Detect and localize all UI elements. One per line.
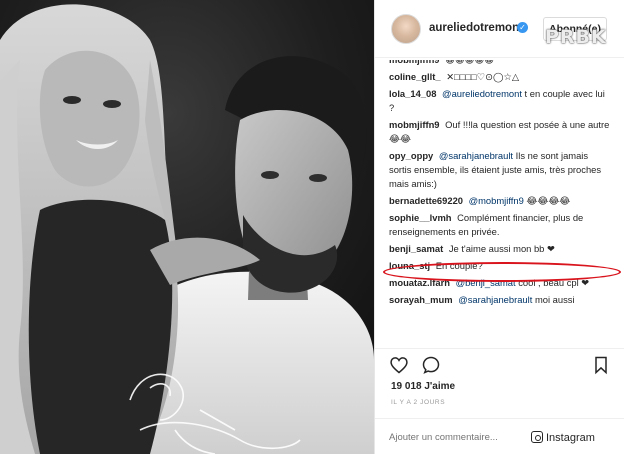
likes-count[interactable]: 19 018 J'aime xyxy=(391,381,455,392)
post-header: aureliedotremont ✓ Abonné(e) PRBK xyxy=(375,0,624,58)
heart-icon[interactable] xyxy=(389,355,409,375)
comment-text: Je t'aime aussi mon bb ❤ xyxy=(448,243,555,254)
comment-mention[interactable]: @sarahjanebrault xyxy=(439,150,513,161)
comment-username[interactable]: bernadette69220 xyxy=(389,195,463,206)
comment-text: 😂😂😂😂 xyxy=(523,195,571,206)
comment-text: ✕□□□□♡⊙◯☆△ xyxy=(446,71,520,82)
comment-item: bernadette69220 @mobmjiffn9 😂😂😂😂 xyxy=(389,194,611,208)
comment-username[interactable]: coline_gllt_ xyxy=(389,71,441,82)
add-comment-bar: Instagram xyxy=(375,418,624,454)
instagram-credit-text: Instagram xyxy=(546,432,595,444)
comment-text: moi aussi xyxy=(532,294,575,305)
post-photo xyxy=(0,0,374,454)
post-username[interactable]: aureliedotremont xyxy=(429,22,523,34)
instagram-credit: Instagram xyxy=(531,431,595,444)
comment-username[interactable]: sorayah_mum xyxy=(389,294,453,305)
post-actions: 19 018 J'aime IL Y A 2 JOURS xyxy=(375,348,624,408)
comment-mention[interactable]: @sarahjanebrault xyxy=(458,294,532,305)
comment-text: 😀😀😀😀😀 xyxy=(445,60,494,65)
comment-item: mobmjiffn9 😀😀😀😀😀 xyxy=(389,60,611,67)
photo-image xyxy=(0,0,374,454)
comment-username[interactable]: lola_14_08 xyxy=(389,88,436,99)
post-timestamp: IL Y A 2 JOURS xyxy=(391,399,446,406)
comment-mention[interactable]: @aureliedotremont xyxy=(442,88,522,99)
comment-item: coline_gllt_ ✕□□□□♡⊙◯☆△ xyxy=(389,70,611,84)
comment-item-highlighted: benji_samat Je t'aime aussi mon bb ❤ xyxy=(389,242,611,256)
verified-badge-icon: ✓ xyxy=(517,22,528,33)
add-comment-input[interactable] xyxy=(389,429,529,445)
highlight-circle xyxy=(383,262,621,282)
bookmark-icon[interactable] xyxy=(591,355,611,375)
comment-item: sorayah_mum @sarahjanebrault moi aussi xyxy=(389,293,611,307)
comment-username[interactable]: sophie__lvmh xyxy=(389,212,452,223)
avatar[interactable] xyxy=(391,14,421,44)
watermark-logo: PRBK xyxy=(545,26,607,48)
comment-item: lola_14_08 @aureliedotremont t en couple… xyxy=(389,87,611,115)
comment-username[interactable]: mobmjiffn9 xyxy=(389,119,440,130)
comment-item: sophie__lvmh Complément financier, plus … xyxy=(389,211,611,239)
comment-mention[interactable]: @mobmjiffn9 xyxy=(469,195,524,206)
comment-icon[interactable] xyxy=(421,355,441,375)
comment-username[interactable]: opy_oppy xyxy=(389,150,433,161)
comment-item: mobmjiffn9 Ouf !!!la question est posée … xyxy=(389,118,611,146)
instagram-icon xyxy=(531,431,543,443)
comment-list[interactable]: mobmjiffn9 😀😀😀😀😀 coline_gllt_ ✕□□□□♡⊙◯☆△… xyxy=(389,60,611,346)
comment-username[interactable]: benji_samat xyxy=(389,243,443,254)
post-side-panel: aureliedotremont ✓ Abonné(e) PRBK mobmji… xyxy=(374,0,624,454)
comment-item: opy_oppy @sarahjanebrault Ils ne sont ja… xyxy=(389,149,611,191)
comment-username[interactable]: mobmjiffn9 xyxy=(389,60,440,65)
